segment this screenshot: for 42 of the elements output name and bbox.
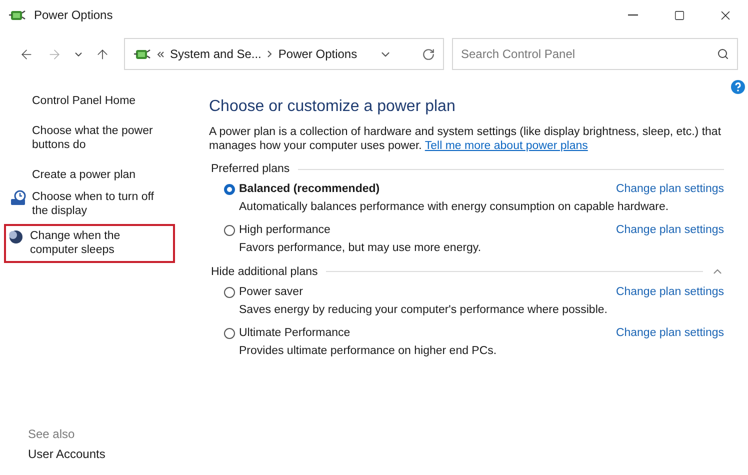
- moon-icon: [8, 229, 24, 245]
- section-heading: Preferred plans: [211, 163, 290, 175]
- radio-button[interactable]: [224, 286, 235, 298]
- see-also-heading: See also: [28, 427, 76, 441]
- double-chevron-icon: [157, 50, 164, 58]
- sidebar-link[interactable]: Choose when to turn off the display: [4, 188, 175, 220]
- search-field[interactable]: Search Control Panel: [452, 38, 738, 70]
- breadcrumb[interactable]: Power Options: [278, 47, 358, 61]
- sidebar-link[interactable]: Choose what the power buttons do: [4, 122, 175, 154]
- change-plan-settings-link[interactable]: Change plan settings: [616, 286, 724, 298]
- window-title: Power Options: [34, 8, 114, 22]
- refresh-icon[interactable]: [422, 48, 435, 60]
- clock-icon: [10, 190, 26, 206]
- plan-name: High performance: [239, 224, 332, 236]
- radio-button[interactable]: [224, 224, 235, 236]
- plan-description: Automatically balances performance with energy consumption on capable hardware.: [239, 201, 670, 213]
- breadcrumb[interactable]: System and Se...: [170, 47, 262, 61]
- power-plans-link[interactable]: Tell me more about power plans: [424, 140, 588, 152]
- plan-description: Provides ultimate performance on higher end PCs.: [239, 345, 498, 357]
- help-icon[interactable]: [731, 80, 745, 94]
- sidebar-link[interactable]: Create a power plan: [4, 166, 175, 184]
- search-icon: [717, 48, 729, 60]
- page-heading: Choose or customize a power plan: [209, 98, 456, 116]
- plan-description: Saves energy by reducing your computer's performance where possible.: [239, 304, 608, 316]
- plan-name: Ultimate Performance: [239, 327, 352, 339]
- chevron-icon: [267, 50, 272, 58]
- intro-text: A power plan is a collection of hardware and system settings (like display brightness, sleep, etc.) that manages how your computer uses power. Tell me more about power plans: [209, 125, 722, 153]
- plan-description: Favors performance, but may use more energy.: [239, 242, 482, 254]
- change-plan-settings-link[interactable]: Change plan settings: [616, 183, 724, 195]
- radio-button[interactable]: [224, 328, 235, 338]
- change-plan-settings-link[interactable]: Change plan settings: [616, 224, 724, 236]
- plan-name: Balanced (recommended): [239, 183, 381, 195]
- plan-name: Power saver: [239, 286, 304, 298]
- radio-button[interactable]: [224, 184, 235, 194]
- section-heading[interactable]: Hide additional plans: [211, 266, 318, 278]
- maximize-icon: [674, 10, 684, 20]
- address-bar[interactable]: System and Se... Power Options: [124, 38, 444, 70]
- sidebar-link[interactable]: Control Panel Home: [4, 92, 175, 110]
- change-plan-settings-link[interactable]: Change plan settings: [616, 327, 724, 339]
- sidebar-link[interactable]: Change when the computer sleeps: [4, 224, 175, 263]
- minimize-icon: [628, 14, 638, 16]
- sidebar-link[interactable]: User Accounts: [28, 447, 106, 461]
